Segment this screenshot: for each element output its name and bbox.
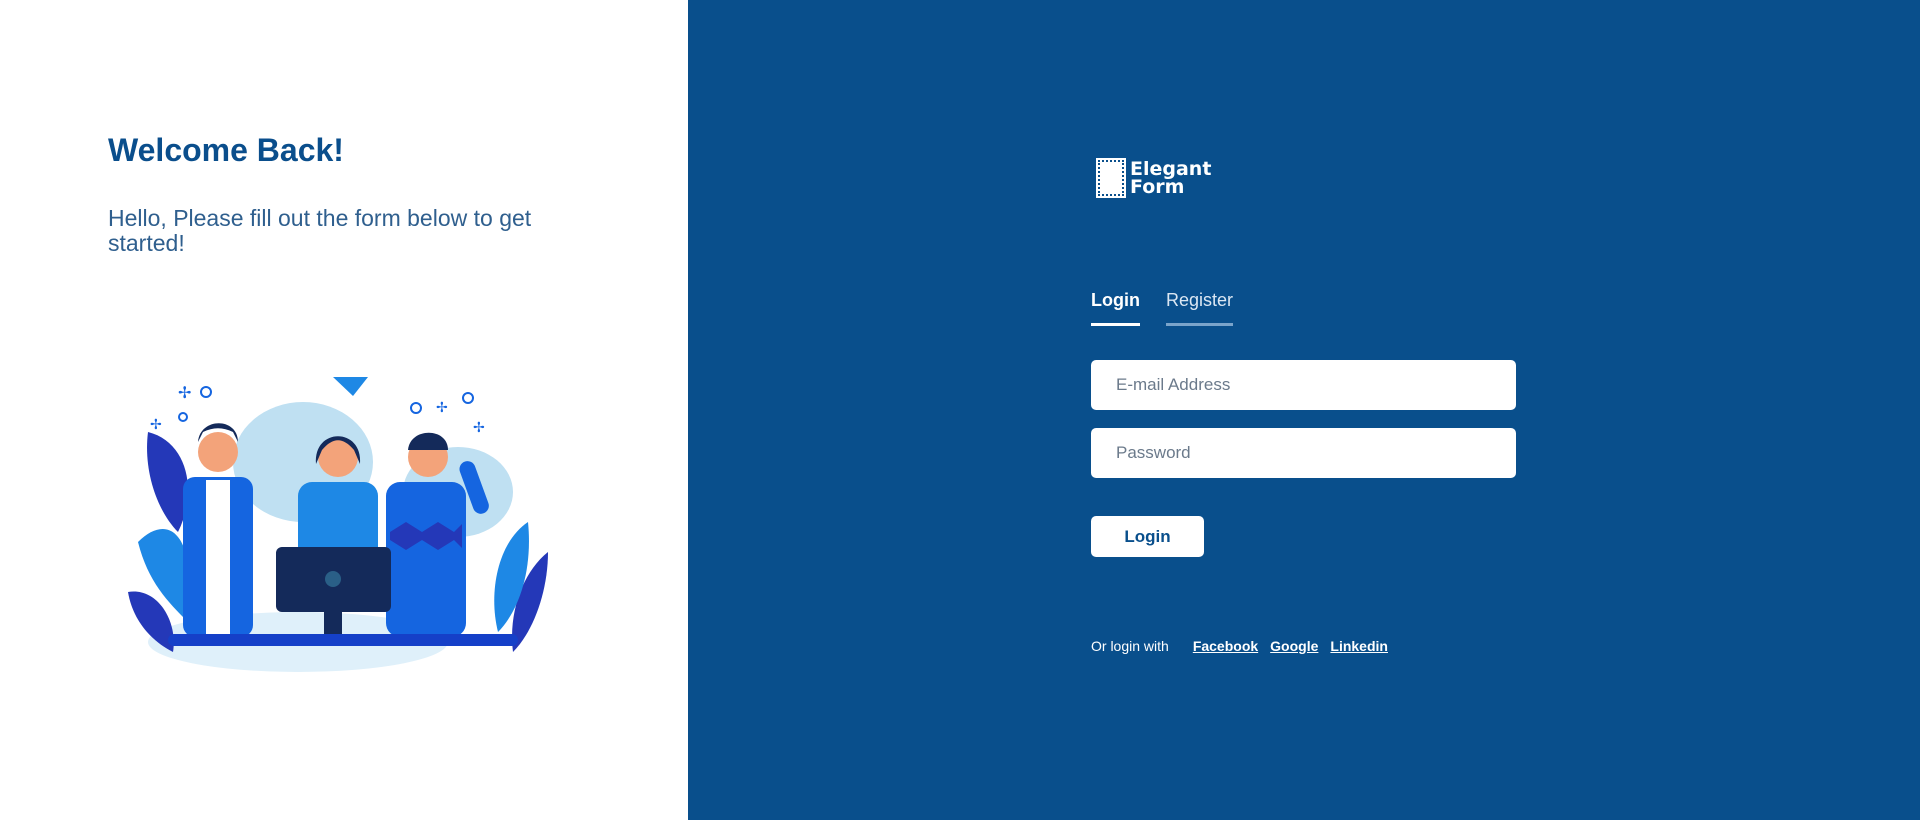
- auth-tabs: Login Register: [1091, 290, 1234, 326]
- logo-text: Elegant Form: [1130, 160, 1211, 198]
- welcome-subtitle: Hello, Please fill out the form below to…: [108, 205, 532, 256]
- svg-text:✢: ✢: [150, 417, 162, 433]
- facebook-link[interactable]: Facebook: [1193, 638, 1258, 654]
- tab-register[interactable]: Register: [1165, 290, 1234, 326]
- svg-text:✢: ✢: [473, 420, 485, 436]
- email-field[interactable]: [1091, 360, 1516, 410]
- stamp-icon: [1096, 158, 1126, 198]
- tab-login[interactable]: Login: [1091, 290, 1140, 326]
- social-login: Or login with Facebook Google Linkedin: [1091, 638, 1400, 654]
- google-link[interactable]: Google: [1270, 638, 1318, 654]
- left-panel: Welcome Back! Hello, Please fill out the…: [0, 0, 688, 820]
- right-panel: Elegant Form Login Register Login Or log…: [688, 0, 1920, 820]
- password-field[interactable]: [1091, 428, 1516, 478]
- svg-text:✢: ✢: [436, 400, 448, 416]
- svg-text:✢: ✢: [178, 383, 191, 402]
- login-button[interactable]: Login: [1091, 516, 1204, 557]
- logo: Elegant Form: [1096, 158, 1211, 198]
- team-illustration: ✢ ✢ ✢ ✢: [128, 377, 548, 672]
- logo-line2: Form: [1130, 176, 1185, 198]
- social-prefix: Or login with: [1091, 638, 1169, 654]
- linkedin-link[interactable]: Linkedin: [1330, 638, 1388, 654]
- welcome-title: Welcome Back!: [108, 132, 344, 168]
